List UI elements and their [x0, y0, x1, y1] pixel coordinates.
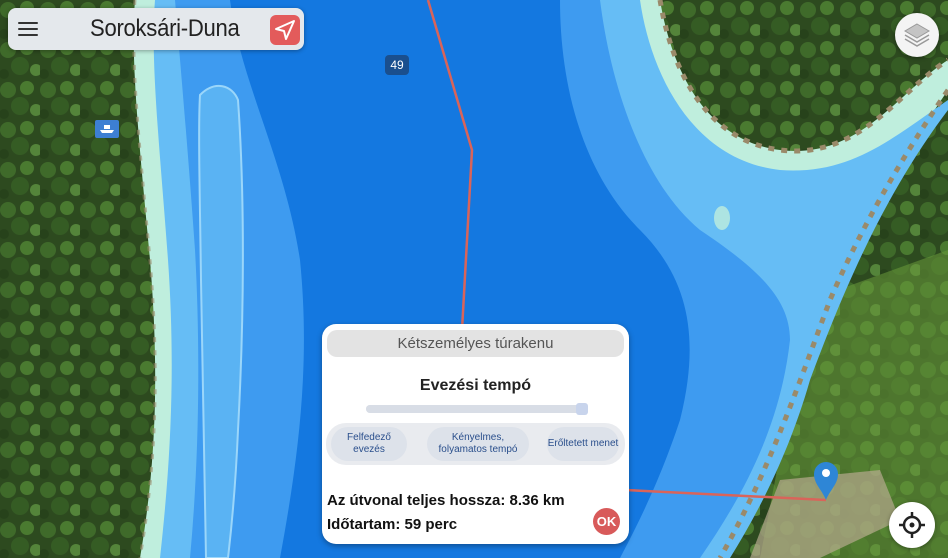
hamburger-menu-icon[interactable] — [18, 19, 38, 39]
km-marker-badge: 49 — [385, 55, 409, 75]
route-distance: Az útvonal teljes hossza: 8.36 km — [327, 492, 565, 509]
boat-type-selector[interactable]: Kétszemélyes túrakenu — [327, 330, 624, 357]
ok-button[interactable]: OK — [593, 508, 620, 535]
pace-options: Felfedező evezés Kényelmes, folyamatos t… — [326, 423, 625, 465]
crosshair-locate-icon — [899, 512, 925, 538]
pace-slider-handle[interactable] — [576, 403, 588, 415]
locate-button[interactable] — [889, 502, 935, 548]
boat-station-icon[interactable] — [95, 120, 119, 138]
shallow-spot — [714, 206, 730, 230]
pace-slider[interactable] — [366, 403, 588, 415]
pace-slider-fill — [366, 405, 588, 413]
route-summary-panel: Kétszemélyes túrakenu Evezési tempó Felf… — [322, 324, 629, 544]
page-title: Soroksári-Duna — [90, 15, 240, 42]
top-bar: Soroksári-Duna — [8, 8, 304, 50]
layers-button[interactable] — [895, 13, 939, 57]
navigation-button[interactable] — [270, 15, 300, 45]
pace-option-forced[interactable]: Erőltetett menet — [547, 427, 619, 461]
pace-option-comfortable[interactable]: Kényelmes, folyamatos tempó — [427, 427, 529, 461]
route-duration: Időtartam: 59 perc — [327, 516, 458, 533]
navigation-arrow-icon — [275, 20, 295, 40]
pace-option-explore[interactable]: Felfedező evezés — [331, 427, 407, 461]
pace-label: Evezési tempó — [419, 377, 532, 394]
layers-icon — [904, 23, 930, 47]
